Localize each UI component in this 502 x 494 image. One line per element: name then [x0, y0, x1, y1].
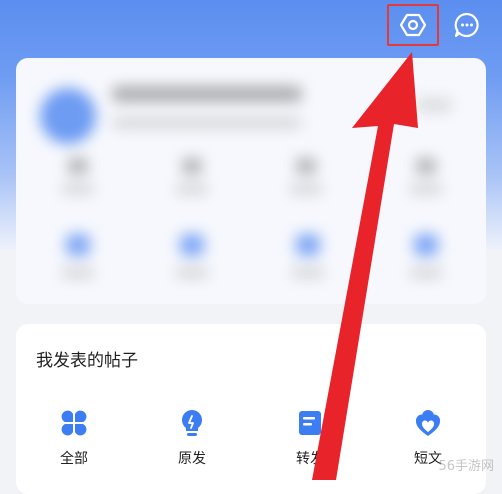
stat-value-4 [416, 158, 436, 174]
profile-link-placeholder [416, 98, 452, 112]
avatar [40, 88, 96, 144]
stat-value-2 [182, 158, 202, 174]
feature-label-1 [62, 268, 94, 278]
settings-icon [400, 13, 426, 37]
username-placeholder [112, 86, 302, 102]
profile-card-blurred [16, 58, 486, 304]
settings-button[interactable] [387, 4, 439, 46]
profile-subtext-placeholder [112, 118, 302, 128]
stat-label-4 [410, 184, 442, 194]
posts-tab-all-label: 全部 [60, 451, 88, 467]
feature-icon-1 [66, 234, 90, 256]
posts-tab-all[interactable]: 全部 [34, 406, 114, 472]
stat-value-3 [296, 158, 316, 174]
stat-label-3 [290, 184, 322, 194]
posts-tab-original-label: 原发 [178, 451, 206, 467]
stat-label-2 [176, 184, 208, 194]
blurred-profile-content [16, 58, 486, 304]
feature-label-4 [410, 268, 442, 278]
feature-label-3 [292, 268, 324, 278]
clover-grid-icon [57, 406, 91, 440]
feature-icon-2 [180, 234, 204, 256]
heart-badge-icon [411, 406, 445, 440]
watermark: 56手游网 [438, 459, 494, 474]
feature-icon-4 [414, 234, 438, 256]
stat-label-1 [62, 184, 94, 194]
feature-label-2 [176, 268, 208, 278]
chat-bubble-icon [454, 12, 479, 38]
my-posts-card: 我发表的帖子 全部 原发 转发 短文 [16, 324, 486, 494]
message-button[interactable] [450, 6, 484, 44]
posts-tab-forward[interactable]: 转发 [270, 406, 350, 472]
forward-doc-icon [293, 406, 327, 440]
feature-icon-3 [296, 234, 320, 256]
posts-tab-original[interactable]: 原发 [152, 406, 232, 472]
lightbulb-icon [175, 406, 209, 440]
stat-value-1 [68, 158, 88, 174]
my-posts-title: 我发表的帖子 [36, 351, 138, 371]
posts-tab-forward-label: 转发 [296, 451, 324, 467]
